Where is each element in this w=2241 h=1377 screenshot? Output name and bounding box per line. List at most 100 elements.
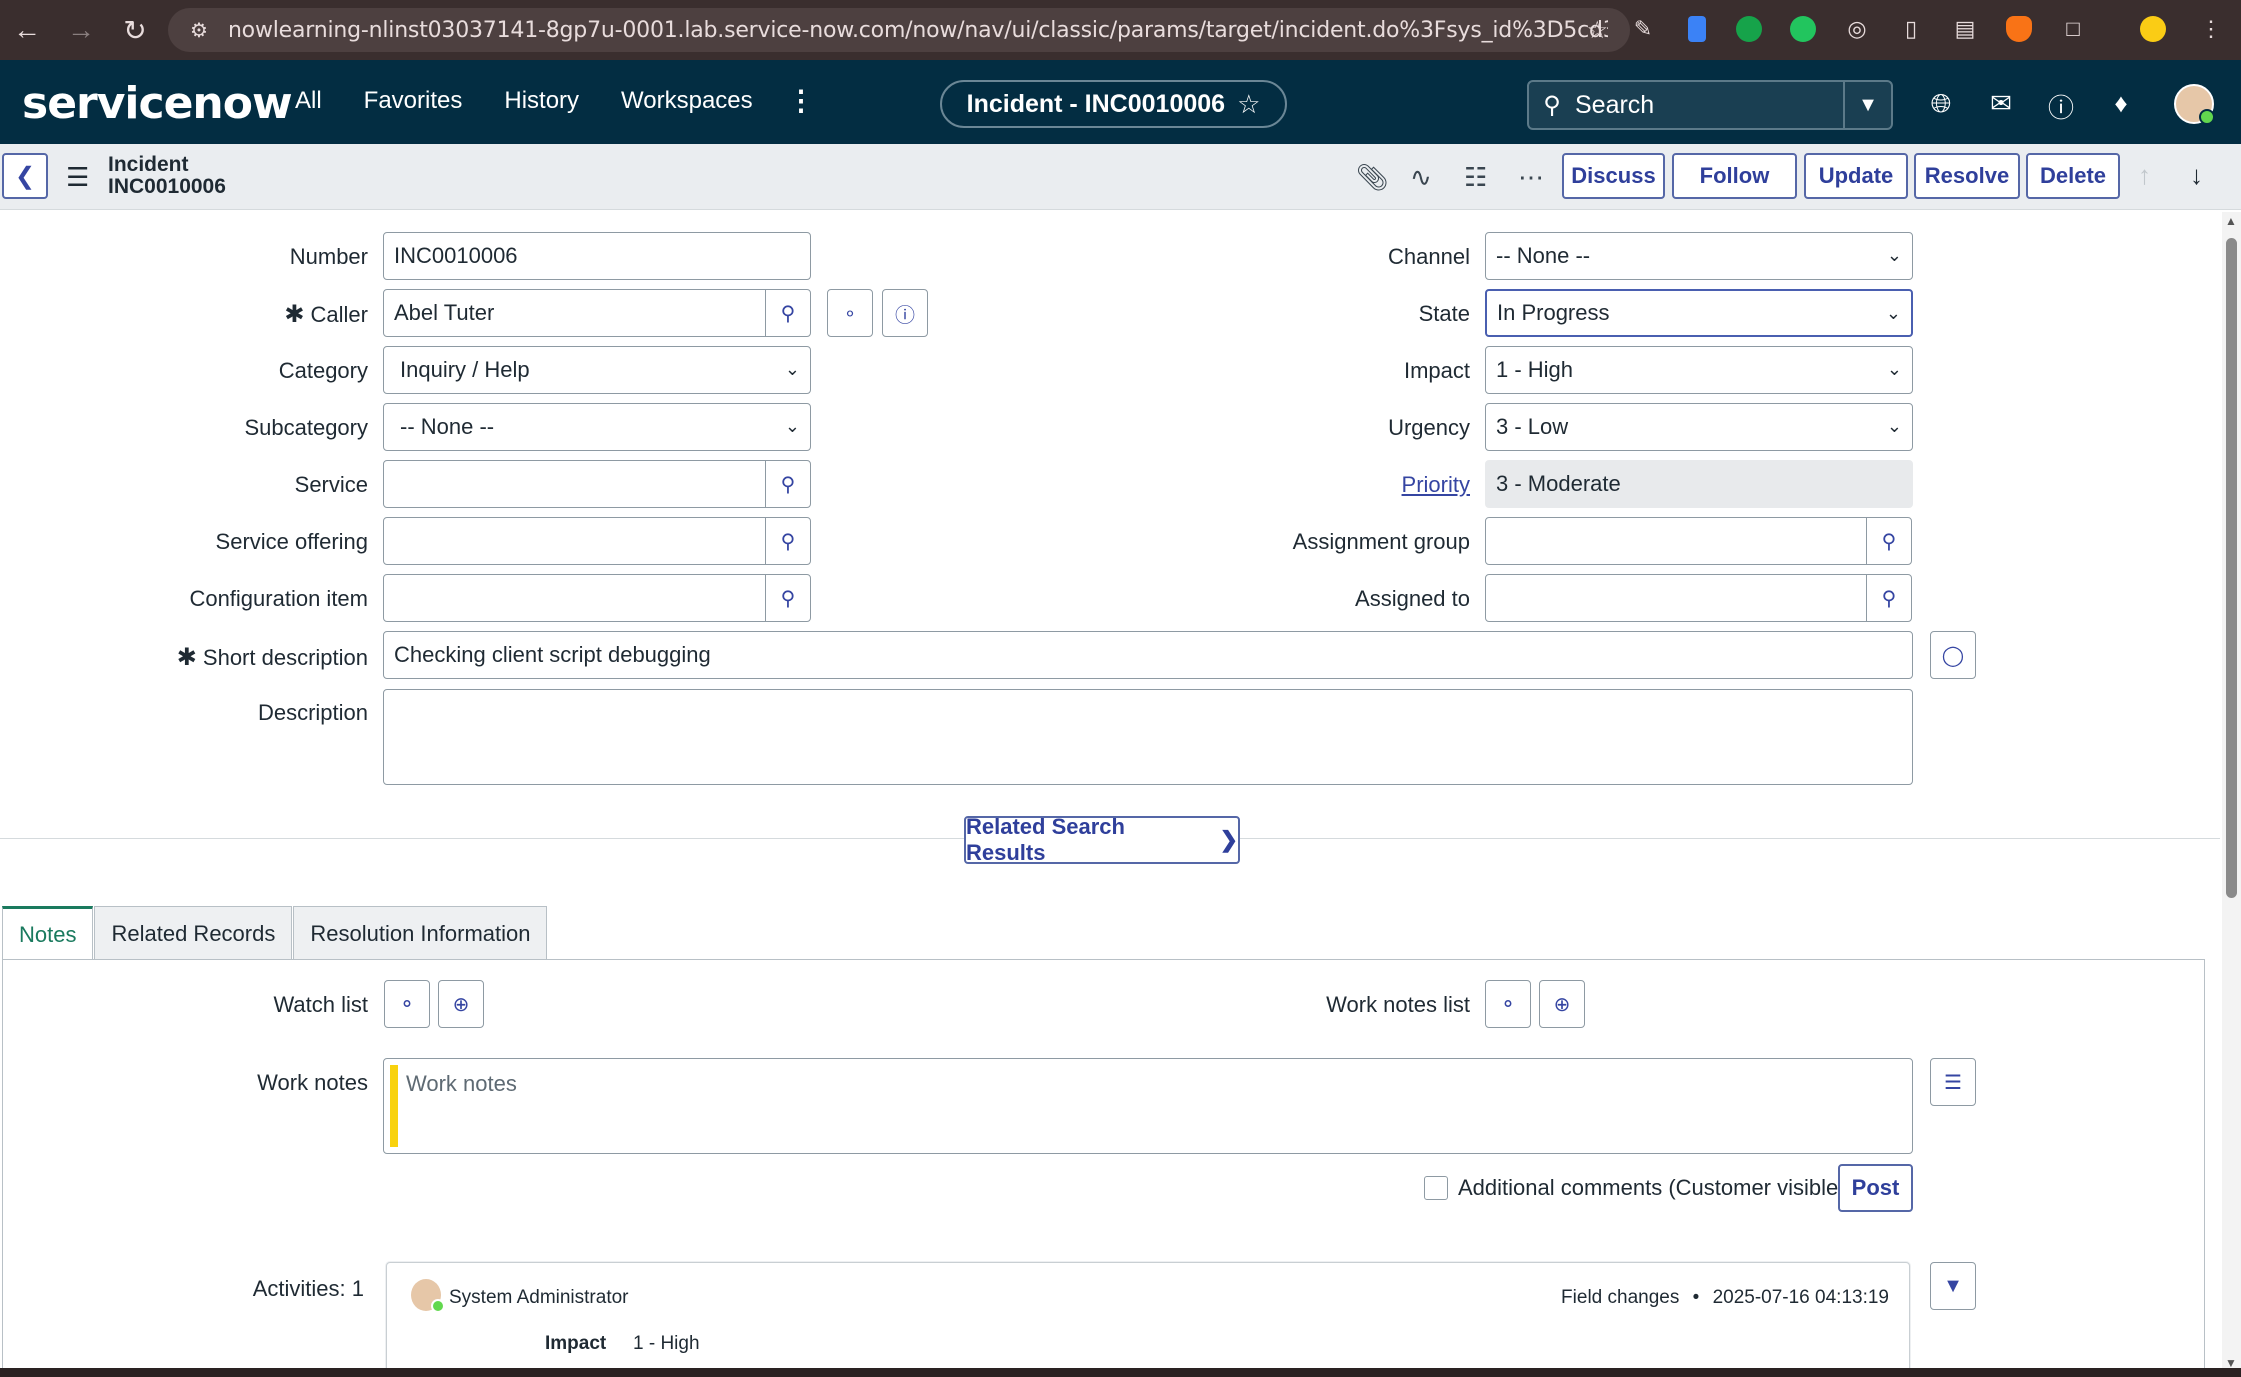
- description-field[interactable]: [383, 689, 1913, 785]
- number-field[interactable]: INC0010006: [383, 232, 811, 280]
- browser-menu-icon[interactable]: ⋮: [2196, 14, 2226, 44]
- form-tabs: Notes Related Records Resolution Informa…: [2, 906, 548, 960]
- watch-list-lock-button[interactable]: ⚬: [384, 980, 430, 1028]
- chevron-left-icon: ❮: [14, 162, 36, 190]
- pen-extension-icon[interactable]: ✎: [1628, 14, 1658, 44]
- discuss-button[interactable]: Discuss: [1562, 153, 1665, 199]
- previous-record-icon[interactable]: ↑: [2138, 160, 2151, 191]
- category-label: Category: [278, 358, 368, 383]
- target-extension-icon[interactable]: ◎: [1842, 14, 1872, 44]
- profile-avatar-icon[interactable]: [2138, 14, 2168, 44]
- green-extension-icon[interactable]: [1788, 14, 1818, 44]
- bookmark-star-icon[interactable]: ☆: [1586, 16, 1608, 45]
- grammarly-extension-icon[interactable]: [1734, 14, 1764, 44]
- global-search[interactable]: ⚲ Search ▼: [1527, 80, 1893, 130]
- activity-field-name: Impact: [545, 1333, 607, 1354]
- context-title-pill[interactable]: Incident - INC0010006 ☆: [940, 80, 1287, 128]
- state-select[interactable]: In Progress ⌄: [1485, 289, 1913, 337]
- search-scope-dropdown[interactable]: ▼: [1843, 82, 1891, 128]
- personalize-form-icon[interactable]: ☷: [1464, 162, 1487, 193]
- more-options-icon[interactable]: ⋯: [1518, 162, 1544, 193]
- urgency-select[interactable]: 3 - Low ⌄: [1485, 403, 1913, 451]
- assigned-to-field[interactable]: [1485, 574, 1867, 622]
- configuration-item-lookup-button[interactable]: ⚲: [765, 574, 811, 622]
- suggestion-button[interactable]: ◯: [1930, 631, 1976, 679]
- tab-resolution-information[interactable]: Resolution Information: [293, 906, 548, 960]
- watch-list-add-me-button[interactable]: ⊕: [438, 980, 484, 1028]
- channel-select[interactable]: -- None -- ⌄: [1485, 232, 1913, 280]
- browser-forward-icon[interactable]: →: [54, 0, 108, 60]
- caller-dependency-button[interactable]: ∘: [827, 289, 873, 337]
- chat-icon[interactable]: ✉: [1985, 88, 2017, 125]
- service-lookup-button[interactable]: ⚲: [765, 460, 811, 508]
- site-info-icon[interactable]: ⚙: [190, 18, 208, 43]
- related-search-results-button[interactable]: Related Search Results ❯: [964, 814, 1240, 865]
- activity-filter-button[interactable]: ▼: [1930, 1262, 1976, 1310]
- browser-back-icon[interactable]: ←: [0, 0, 54, 60]
- tab-notes[interactable]: Notes: [2, 906, 94, 960]
- work-notes-field[interactable]: Work notes: [383, 1058, 1913, 1154]
- browser-reload-icon[interactable]: ↻: [108, 0, 162, 60]
- globe-icon[interactable]: 🌐︎: [1925, 88, 1957, 125]
- update-button[interactable]: Update: [1804, 153, 1908, 199]
- service-offering-lookup-button[interactable]: ⚲: [765, 517, 811, 565]
- form-menu-icon[interactable]: ☰: [66, 162, 89, 193]
- address-bar[interactable]: ⚙ nowlearning-nlinst03037141-8gp7u-0001.…: [168, 8, 1630, 52]
- service-offering-field[interactable]: [383, 517, 766, 565]
- service-field[interactable]: [383, 460, 766, 508]
- post-button[interactable]: Post: [1838, 1164, 1913, 1212]
- priority-link[interactable]: Priority: [1402, 472, 1470, 498]
- favorite-star-icon[interactable]: ☆: [1237, 89, 1260, 120]
- scrollbar-thumb[interactable]: [2226, 238, 2237, 898]
- resolve-button[interactable]: Resolve: [1914, 153, 2020, 199]
- configuration-item-field[interactable]: [383, 574, 766, 622]
- servicenow-logo[interactable]: servicenow: [22, 78, 293, 129]
- assignment-group-field[interactable]: [1485, 517, 1867, 565]
- notes-extension-icon[interactable]: ▤: [1950, 14, 1980, 44]
- assignment-group-lookup-button[interactable]: ⚲: [1866, 517, 1912, 565]
- category-value: Inquiry / Help: [400, 357, 530, 382]
- caller-info-button[interactable]: ⓘ: [882, 289, 928, 337]
- activity-stream-icon[interactable]: ∿: [1410, 162, 1432, 193]
- search-input[interactable]: Search: [1575, 91, 1843, 120]
- window-bottom-edge: [0, 1368, 2241, 1377]
- notification-bell-icon[interactable]: ♦: [2105, 88, 2137, 125]
- nav-all[interactable]: All: [295, 87, 322, 115]
- tablet-extension-icon[interactable]: ▯: [1896, 14, 1926, 44]
- additional-comments-label[interactable]: Additional comments (Customer visible): [1458, 1175, 1846, 1201]
- additional-comments-checkbox[interactable]: [1424, 1176, 1448, 1200]
- category-select[interactable]: Inquiry / Help ⌄: [383, 346, 811, 394]
- puzzle-extensions-icon[interactable]: □: [2058, 14, 2088, 44]
- subcategory-select[interactable]: -- None -- ⌄: [383, 403, 811, 451]
- url-text[interactable]: nowlearning-nlinst03037141-8gp7u-0001.la…: [228, 18, 1608, 43]
- fox-extension-icon[interactable]: [2004, 14, 2034, 44]
- follow-button[interactable]: Follow: [1672, 153, 1797, 199]
- nav-workspaces[interactable]: Workspaces: [621, 87, 753, 115]
- nav-history[interactable]: History: [504, 87, 579, 115]
- caller-field[interactable]: Abel Tuter: [383, 289, 766, 337]
- vertical-scrollbar[interactable]: ▲ ▼: [2222, 212, 2241, 1372]
- next-record-icon[interactable]: ↓: [2190, 160, 2203, 191]
- work-notes-list-lock-button[interactable]: ⚬: [1485, 980, 1531, 1028]
- search-icon: ⚲: [780, 530, 796, 553]
- attachment-icon[interactable]: 📎︎: [1356, 162, 1389, 193]
- add-user-icon: ⊕: [1553, 993, 1571, 1016]
- help-icon[interactable]: ⓘ: [2045, 88, 2077, 125]
- tab-related-records[interactable]: Related Records: [94, 906, 293, 960]
- required-icon: ✱: [176, 644, 197, 671]
- delete-button[interactable]: Delete: [2026, 153, 2120, 199]
- impact-select[interactable]: 1 - High ⌄: [1485, 346, 1913, 394]
- scroll-up-icon[interactable]: ▲: [2225, 214, 2237, 228]
- work-notes-list-add-me-button[interactable]: ⊕: [1539, 980, 1585, 1028]
- docs-extension-icon[interactable]: [1682, 14, 1712, 44]
- short-description-field[interactable]: Checking client script debugging: [383, 631, 1913, 679]
- user-avatar[interactable]: [2174, 84, 2215, 125]
- back-button[interactable]: ❮: [2, 153, 48, 199]
- caller-lookup-button[interactable]: ⚲: [765, 289, 811, 337]
- work-notes-template-button[interactable]: ☰: [1930, 1058, 1976, 1106]
- assigned-to-lookup-button[interactable]: ⚲: [1866, 574, 1912, 622]
- more-menu-icon[interactable]: ⋮: [787, 84, 815, 117]
- top-nav: All Favorites History Workspaces: [295, 87, 753, 115]
- urgency-value: 3 - Low: [1496, 414, 1569, 439]
- nav-favorites[interactable]: Favorites: [364, 87, 463, 115]
